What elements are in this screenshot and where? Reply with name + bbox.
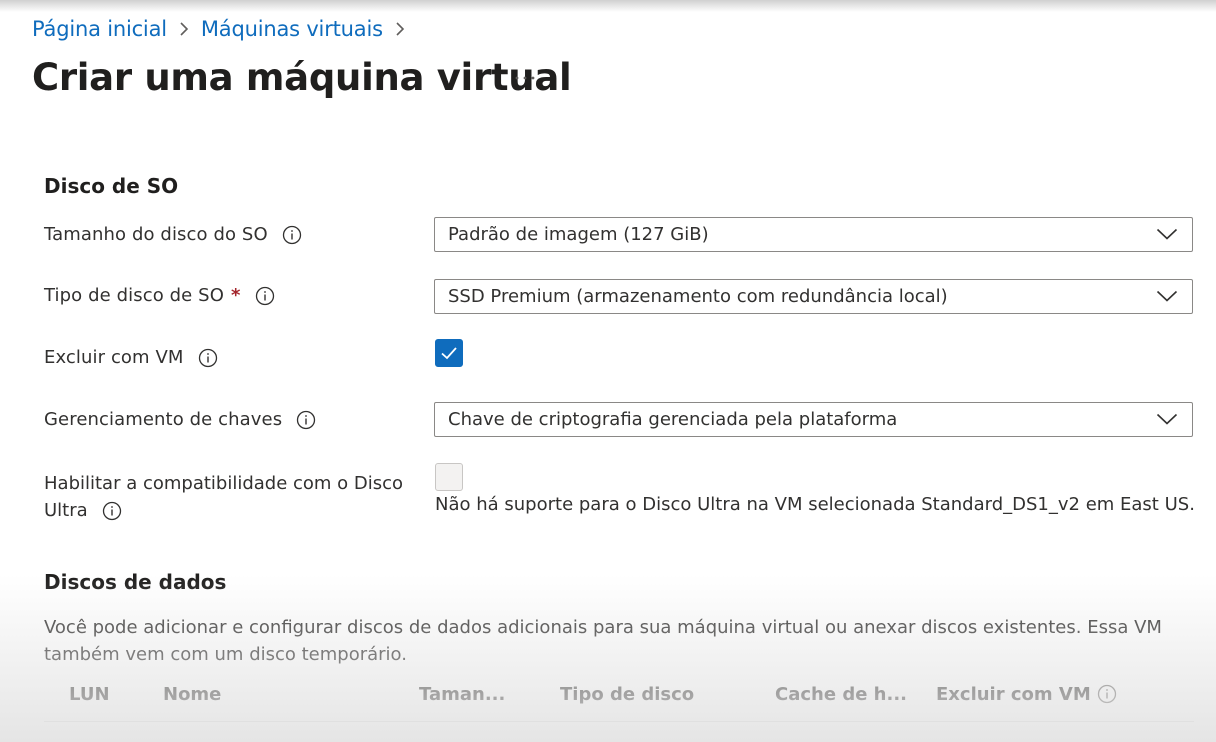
delete-with-vm-label: Excluir com VM: [44, 347, 218, 368]
data-disks-description: Você pode adicionar e configurar discos …: [44, 617, 1162, 665]
more-icon[interactable]: [511, 64, 539, 92]
column-host-cache[interactable]: Cache de h...: [775, 680, 907, 708]
info-icon[interactable]: [102, 501, 122, 521]
data-disks-table-header: LUN Nome Taman... Tipo de disco Cache de…: [44, 680, 1194, 720]
os-disk-type-dropdown[interactable]: SSD Premium (armazenamento com redundânc…: [434, 279, 1193, 314]
ultra-disk-text-line1: Habilitar a compatibilidade com o Disco: [44, 473, 404, 494]
data-disks-heading: Discos de dados: [44, 570, 227, 594]
info-icon[interactable]: [1097, 684, 1117, 704]
breadcrumb: Página inicial Máquinas virtuais: [32, 14, 417, 44]
os-disk-type-label: Tipo de disco de SO *: [44, 285, 275, 306]
key-management-label: Gerenciamento de chaves: [44, 409, 316, 430]
chevron-right-icon: [395, 21, 405, 37]
os-disk-size-label: Tamanho do disco do SO: [44, 224, 302, 245]
page-title: Criar uma máquina virtual: [32, 56, 572, 99]
checkmark-icon: [441, 347, 457, 360]
key-management-text: Gerenciamento de chaves: [44, 409, 283, 430]
info-icon[interactable]: [296, 410, 316, 430]
ultra-disk-text-line2: Ultra: [44, 500, 88, 521]
ultra-disk-label: Habilitar a compatibilidade com o Disco …: [44, 470, 424, 524]
chevron-down-icon: [1156, 289, 1178, 303]
column-delete-with-vm[interactable]: Excluir com VM: [936, 680, 1117, 708]
delete-with-vm-text: Excluir com VM: [44, 347, 184, 368]
key-management-value: Chave de criptografia gerenciada pela pl…: [448, 409, 898, 430]
os-disk-size-text: Tamanho do disco do SO: [44, 224, 268, 245]
os-disk-type-value: SSD Premium (armazenamento com redundânc…: [448, 286, 948, 307]
breadcrumb-home[interactable]: Página inicial: [32, 17, 167, 41]
chevron-right-icon: [179, 21, 189, 37]
top-shade: [0, 0, 1216, 12]
column-lun[interactable]: LUN: [69, 680, 110, 708]
ultra-disk-line2: Ultra: [44, 497, 424, 524]
os-disk-size-dropdown[interactable]: Padrão de imagem (127 GiB): [434, 217, 1193, 252]
delete-with-vm-checkbox[interactable]: [435, 339, 463, 367]
os-disk-size-value: Padrão de imagem (127 GiB): [448, 224, 709, 245]
ultra-disk-note: Não há suporte para o Disco Ultra na VM …: [435, 494, 1195, 515]
key-management-dropdown[interactable]: Chave de criptografia gerenciada pela pl…: [434, 402, 1193, 437]
column-name[interactable]: Nome: [163, 680, 221, 708]
info-icon[interactable]: [198, 348, 218, 368]
os-disk-type-text: Tipo de disco de SO: [44, 285, 224, 306]
required-asterisk: *: [230, 285, 241, 306]
chevron-down-icon: [1156, 227, 1178, 241]
column-size[interactable]: Taman...: [419, 680, 505, 708]
chevron-down-icon: [1156, 412, 1178, 426]
breadcrumb-virtual-machines[interactable]: Máquinas virtuais: [201, 17, 383, 41]
os-disk-heading: Disco de SO: [44, 174, 179, 198]
ultra-disk-checkbox[interactable]: [435, 463, 463, 491]
info-icon[interactable]: [255, 286, 275, 306]
info-icon[interactable]: [282, 225, 302, 245]
column-disk-type[interactable]: Tipo de disco: [560, 680, 694, 708]
column-delete-with-vm-text: Excluir com VM: [936, 683, 1091, 705]
table-divider: [44, 721, 1194, 722]
